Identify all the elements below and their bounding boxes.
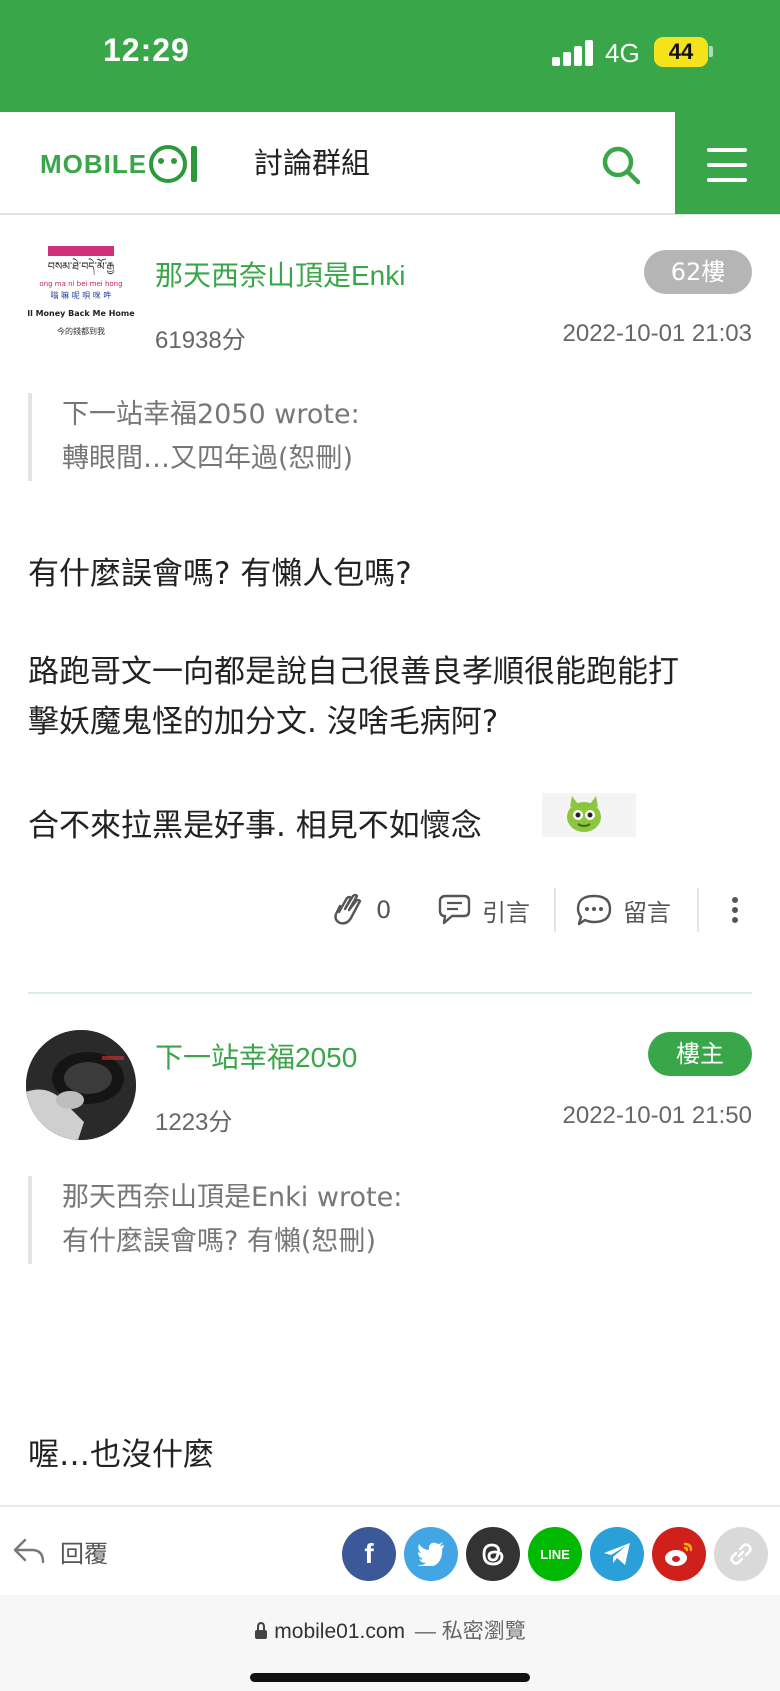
weibo-icon <box>665 1542 693 1566</box>
op-badge[interactable]: 樓主 <box>648 1032 752 1076</box>
battery-tip <box>709 46 713 57</box>
comment-label: 留言 <box>623 898 671 927</box>
quote-button[interactable]: 引言 <box>434 880 530 940</box>
share-facebook-button[interactable]: f <box>342 1527 396 1581</box>
reply-button[interactable]: 回覆 <box>12 1527 108 1575</box>
post-author[interactable]: 下一站幸福2050 <box>155 1036 357 1076</box>
line-icon: LINE <box>540 1546 570 1562</box>
quote-author-line: 下一站幸福2050 wrote: <box>62 399 360 430</box>
bottom-action-bar: 回覆 f LINE <box>0 1505 780 1595</box>
avatar[interactable]: བསམ་ཐེ་བདེ་མོ་རྒྱ ong ma ni bei mei hong… <box>26 240 136 350</box>
quote-block[interactable]: 下一站幸福2050 wrote: 轉眼間…又四年過(恕刪) <box>28 393 360 481</box>
like-button[interactable]: 0 <box>330 880 391 940</box>
post-body-line: 有什麼誤會嗎? 有懶人包嗎? <box>28 556 412 592</box>
action-divider <box>554 888 556 932</box>
menu-button[interactable] <box>675 112 780 214</box>
svg-text:嗡 嘛 呢 唄 咪 吽: 嗡 嘛 呢 唄 咪 吽 <box>51 290 112 300</box>
quote-text: 轉眼間…又四年過(恕刪) <box>62 443 354 474</box>
svg-text:ll Money Back Me Home: ll Money Back Me Home <box>27 309 135 318</box>
browser-url-bar[interactable]: mobile01.com — 私密瀏覽 <box>0 1595 780 1691</box>
reply-arrow-icon <box>13 1538 45 1564</box>
floor-badge[interactable]: 62樓 <box>644 250 752 294</box>
clap-icon <box>334 893 362 925</box>
facebook-icon: f <box>364 1538 374 1569</box>
url-display[interactable]: mobile01.com — 私密瀏覽 <box>0 1615 780 1645</box>
post-date: 2022-10-01 21:03 <box>562 320 753 347</box>
avatar-image <box>26 1030 136 1140</box>
svg-text:今的錢都到我: 今的錢都到我 <box>57 326 105 336</box>
post-date: 2022-10-01 21:50 <box>562 1102 753 1129</box>
share-threads-button[interactable] <box>466 1527 520 1581</box>
logo-text: MOBILE <box>40 148 148 179</box>
quote-bubble-icon <box>438 894 471 925</box>
share-line-button[interactable]: LINE <box>528 1527 582 1581</box>
comment-icon <box>576 894 612 926</box>
status-time: 12:29 <box>103 32 190 68</box>
search-button[interactable] <box>598 142 644 188</box>
share-weibo-button[interactable] <box>652 1527 706 1581</box>
signal-icon <box>552 40 594 66</box>
battery-icon: 44 <box>654 37 708 67</box>
threads-icon <box>482 1543 504 1566</box>
post-divider <box>28 992 752 994</box>
quote-author-line: 那天西奈山頂是Enki wrote: <box>62 1182 403 1213</box>
status-bar: 12:29 4G 44 <box>0 0 780 112</box>
url-text: mobile01.com <box>274 1620 406 1643</box>
site-header: MOBILE 討論群組 <box>0 112 780 215</box>
like-count: 0 <box>376 896 392 924</box>
network-type: 4G <box>605 38 640 68</box>
alien-emoji-icon <box>567 796 601 832</box>
post-author[interactable]: 那天西奈山頂是Enki <box>155 254 405 294</box>
svg-text:ong ma ni bei mei hong: ong ma ni bei mei hong <box>39 280 122 288</box>
post-body-line: 擊妖魔鬼怪的加分文. 沒啥毛病阿? <box>28 704 499 740</box>
comment-button[interactable]: 留言 <box>575 880 671 940</box>
telegram-icon <box>604 1543 630 1565</box>
quote-block[interactable]: 那天西奈山頂是Enki wrote: 有什麼誤會嗎? 有懶(恕刪) <box>28 1176 402 1264</box>
lock-icon <box>255 1621 268 1639</box>
quote-label: 引言 <box>482 898 530 927</box>
mobile01-logo[interactable]: MOBILE <box>40 142 198 186</box>
svg-text:བསམ་ཐེ་བདེ་མོ་རྒྱ: བསམ་ཐེ་བདེ་མོ་རྒྱ <box>48 258 115 276</box>
post-body-line: 喔…也沒什麼 <box>28 1437 214 1473</box>
home-indicator[interactable] <box>250 1673 530 1682</box>
avatar[interactable] <box>26 1030 136 1140</box>
share-twitter-button[interactable] <box>404 1527 458 1581</box>
link-icon <box>730 1543 752 1565</box>
post-actions: 0 引言 留言 <box>0 880 780 940</box>
author-score: 61938分 <box>155 327 246 354</box>
copy-link-button[interactable] <box>714 1527 768 1581</box>
more-options-button[interactable] <box>723 880 747 940</box>
reply-label: 回覆 <box>60 1539 108 1568</box>
emoji-image <box>542 793 636 837</box>
page-title[interactable]: 討論群組 <box>254 140 370 182</box>
post-body-line: 合不來拉黑是好事. 相見不如懷念 <box>28 808 482 844</box>
private-mode-label: — 私密瀏覽 <box>414 1620 526 1643</box>
post-body-line: 路跑哥文一向都是說自己很善良孝順很能跑能打 <box>28 654 679 690</box>
author-score: 1223分 <box>155 1109 233 1136</box>
search-icon <box>602 146 641 185</box>
logo-face-icon <box>149 145 188 183</box>
avatar-image: བསམ་ཐེ་བདེ་མོ་རྒྱ ong ma ni bei mei hong… <box>27 246 135 336</box>
more-vertical-icon <box>732 897 738 923</box>
quote-text: 有什麼誤會嗎? 有懶(恕刪) <box>62 1226 376 1257</box>
action-divider <box>697 888 699 932</box>
logo-one-icon <box>191 146 198 182</box>
twitter-icon <box>417 1542 444 1566</box>
share-telegram-button[interactable] <box>590 1527 644 1581</box>
